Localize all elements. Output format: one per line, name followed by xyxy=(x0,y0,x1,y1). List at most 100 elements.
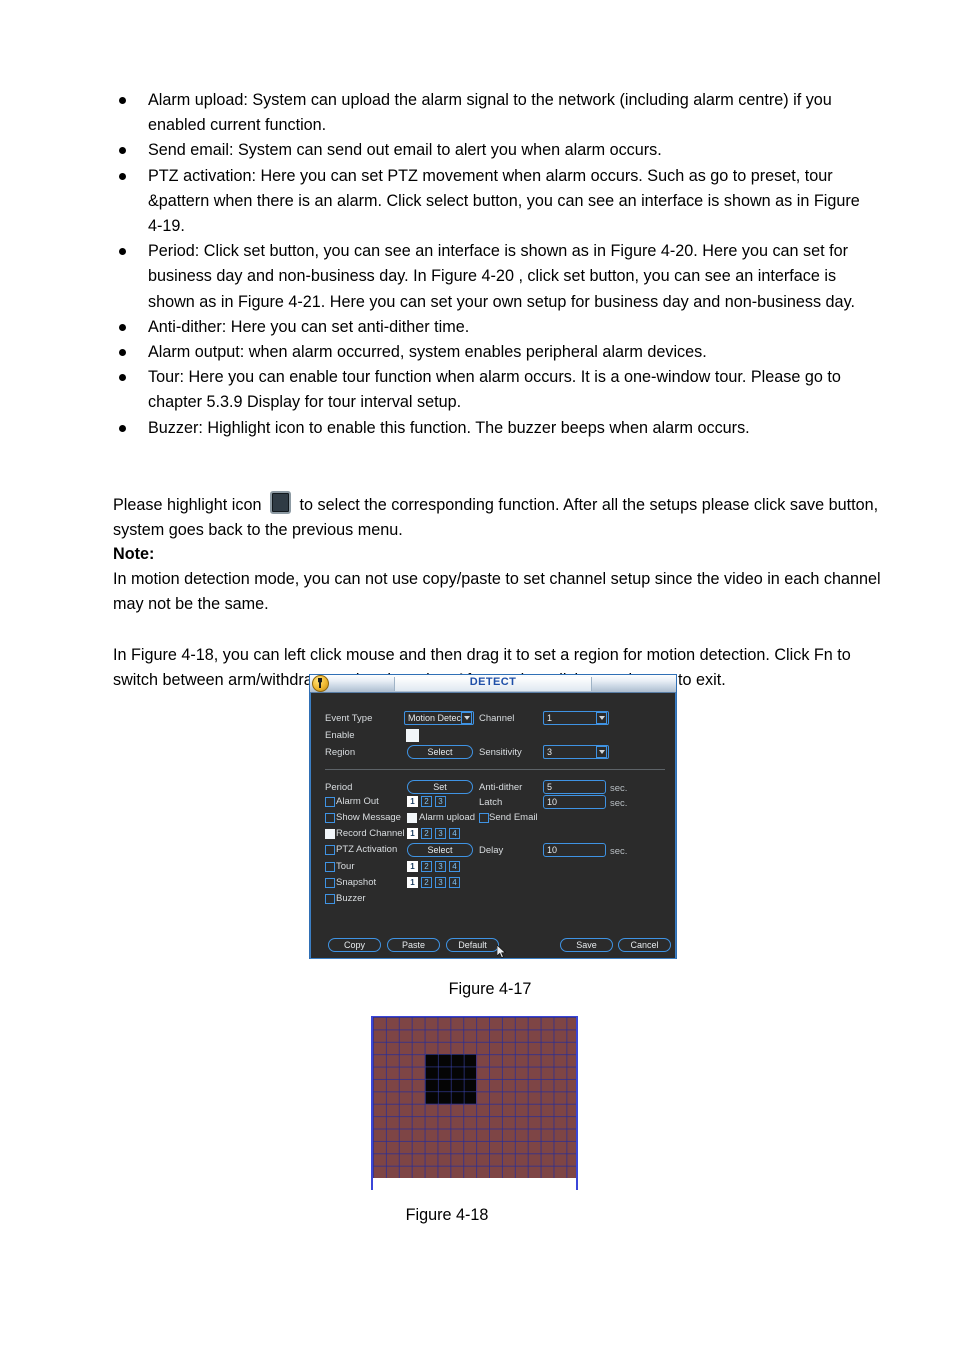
default-button[interactable]: Default xyxy=(446,938,499,952)
event-type-select[interactable]: Motion Detect xyxy=(404,711,474,725)
list-item-text: Period: Click set button, you can see an… xyxy=(148,242,855,311)
snapshot-checkbox[interactable] xyxy=(325,878,335,888)
latch-unit: sec. xyxy=(610,798,628,809)
section-divider xyxy=(325,769,665,770)
ptz-select-button[interactable]: Select xyxy=(407,843,473,857)
list-item: Period: Click set button, you can see an… xyxy=(113,239,875,315)
enable-label: Enable xyxy=(325,730,355,741)
highlight-square-icon xyxy=(270,491,291,514)
channel-label: Channel xyxy=(479,713,515,724)
grid-border-extensions xyxy=(371,1178,578,1190)
snapshot-label: Snapshot xyxy=(336,877,377,888)
record-channel-checkbox[interactable] xyxy=(325,829,335,839)
bullet-dot-icon xyxy=(119,248,126,256)
tour-channel-2[interactable]: 2 xyxy=(421,861,432,872)
anti-dither-label: Anti-dither xyxy=(479,782,523,793)
sensitivity-select[interactable]: 3 xyxy=(543,745,609,759)
grid-border-left xyxy=(371,1178,373,1190)
send-email-checkbox[interactable] xyxy=(479,813,489,823)
delay-label: Delay xyxy=(479,845,504,856)
event-type-value: Motion Detect xyxy=(408,713,461,723)
list-item-text: PTZ activation: Here you can set PTZ mov… xyxy=(148,166,860,236)
channel-select[interactable]: 1 xyxy=(543,711,609,725)
list-item-text: Alarm output: when alarm occurred, syste… xyxy=(148,343,707,362)
note-body: In motion detection mode, you can not us… xyxy=(113,570,881,614)
enable-checkbox[interactable] xyxy=(406,729,419,742)
motion-detection-grid[interactable] xyxy=(371,1016,578,1178)
dialog-body: Event Type Motion Detect Channel 1 Enabl… xyxy=(310,693,676,959)
tour-checkbox[interactable] xyxy=(325,862,335,872)
note-heading: Note: xyxy=(113,542,888,567)
tour-channel-4[interactable]: 4 xyxy=(449,861,460,872)
list-item: Send email: System can send out email to… xyxy=(113,138,875,163)
figure-18-caption: Figure 4-18 xyxy=(405,1206,489,1224)
alarm-out-channel-3[interactable]: 3 xyxy=(435,796,446,807)
record-channel-4[interactable]: 4 xyxy=(449,828,460,839)
bullet-dot-icon xyxy=(119,349,126,357)
show-message-label: Show Message xyxy=(336,812,401,823)
buzzer-checkbox[interactable] xyxy=(325,894,335,904)
snapshot-channel-3[interactable]: 3 xyxy=(435,877,446,888)
detect-dialog: DETECT Event Type Motion Detect Channel … xyxy=(309,674,677,959)
channel-value: 1 xyxy=(547,713,553,723)
alarm-out-label: Alarm Out xyxy=(336,796,379,807)
delay-input[interactable]: 10 xyxy=(543,843,606,857)
list-item: Anti-dither: Here you can set anti-dithe… xyxy=(113,315,875,340)
anti-dither-input[interactable]: 5 xyxy=(543,780,606,794)
period-label: Period xyxy=(325,782,353,793)
save-button[interactable]: Save xyxy=(560,938,613,952)
ptz-activation-checkbox[interactable] xyxy=(325,845,335,855)
list-item-text: Tour: Here you can enable tour function … xyxy=(148,368,841,412)
buzzer-label: Buzzer xyxy=(336,893,366,904)
tour-label: Tour xyxy=(336,861,355,872)
ptz-activation-label: PTZ Activation xyxy=(336,844,398,855)
bullet-dot-icon xyxy=(119,374,126,382)
feature-bullet-list: Alarm upload: System can upload the alar… xyxy=(113,88,875,441)
delay-unit: sec. xyxy=(610,846,628,857)
record-channel-1[interactable]: 1 xyxy=(407,828,418,839)
record-channel-2[interactable]: 2 xyxy=(421,828,432,839)
selected-region-grid-lines xyxy=(424,1054,477,1104)
chevron-down-icon[interactable] xyxy=(596,712,607,724)
list-item: Alarm output: when alarm occurred, syste… xyxy=(113,340,875,365)
list-item: PTZ activation: Here you can set PTZ mov… xyxy=(113,164,875,240)
highlight-paragraph-pre: Please highlight icon xyxy=(113,496,262,514)
period-set-button[interactable]: Set xyxy=(407,780,473,794)
show-message-checkbox[interactable] xyxy=(325,813,335,823)
tour-channel-1[interactable]: 1 xyxy=(407,861,418,872)
alarm-out-checkbox[interactable] xyxy=(325,797,335,807)
alarm-out-channel-1[interactable]: 1 xyxy=(407,796,418,807)
latch-input[interactable]: 10 xyxy=(543,795,606,809)
tour-channel-3[interactable]: 3 xyxy=(435,861,446,872)
paste-button[interactable]: Paste xyxy=(387,938,440,952)
dialog-titlebar: DETECT xyxy=(310,675,676,693)
region-select-button[interactable]: Select xyxy=(407,745,473,759)
cancel-button[interactable]: Cancel xyxy=(618,938,671,952)
copy-button[interactable]: Copy xyxy=(328,938,381,952)
alarm-out-channel-2[interactable]: 2 xyxy=(421,796,432,807)
snapshot-channel-4[interactable]: 4 xyxy=(449,877,460,888)
bullet-dot-icon xyxy=(119,323,126,331)
note-label: Note: xyxy=(113,545,155,563)
selected-region[interactable] xyxy=(424,1054,477,1104)
latch-label: Latch xyxy=(479,797,503,808)
snapshot-channel-1[interactable]: 1 xyxy=(407,877,418,888)
bullet-dot-icon xyxy=(119,172,126,180)
record-channel-3[interactable]: 3 xyxy=(435,828,446,839)
list-item-text: Anti-dither: Here you can set anti-dithe… xyxy=(148,317,470,336)
anti-dither-unit: sec. xyxy=(610,783,628,794)
snapshot-channel-2[interactable]: 2 xyxy=(421,877,432,888)
chevron-down-icon[interactable] xyxy=(461,712,472,724)
chevron-down-icon[interactable] xyxy=(596,746,607,758)
list-item-text: Send email: System can send out email to… xyxy=(148,141,662,160)
dialog-title: DETECT xyxy=(469,676,517,688)
figure-17-caption: Figure 4-17 xyxy=(448,980,532,998)
alarm-upload-checkbox[interactable] xyxy=(407,813,417,823)
list-item-text: Buzzer: Highlight icon to enable this fu… xyxy=(148,418,750,437)
record-channel-label: Record Channel xyxy=(336,828,405,839)
highlight-icon-paragraph: Please highlight icon to select the corr… xyxy=(113,491,888,543)
list-item: Buzzer: Highlight icon to enable this fu… xyxy=(113,416,875,441)
sensitivity-value: 3 xyxy=(547,747,553,757)
event-type-label: Event Type xyxy=(325,713,373,724)
bullet-dot-icon xyxy=(119,97,126,104)
